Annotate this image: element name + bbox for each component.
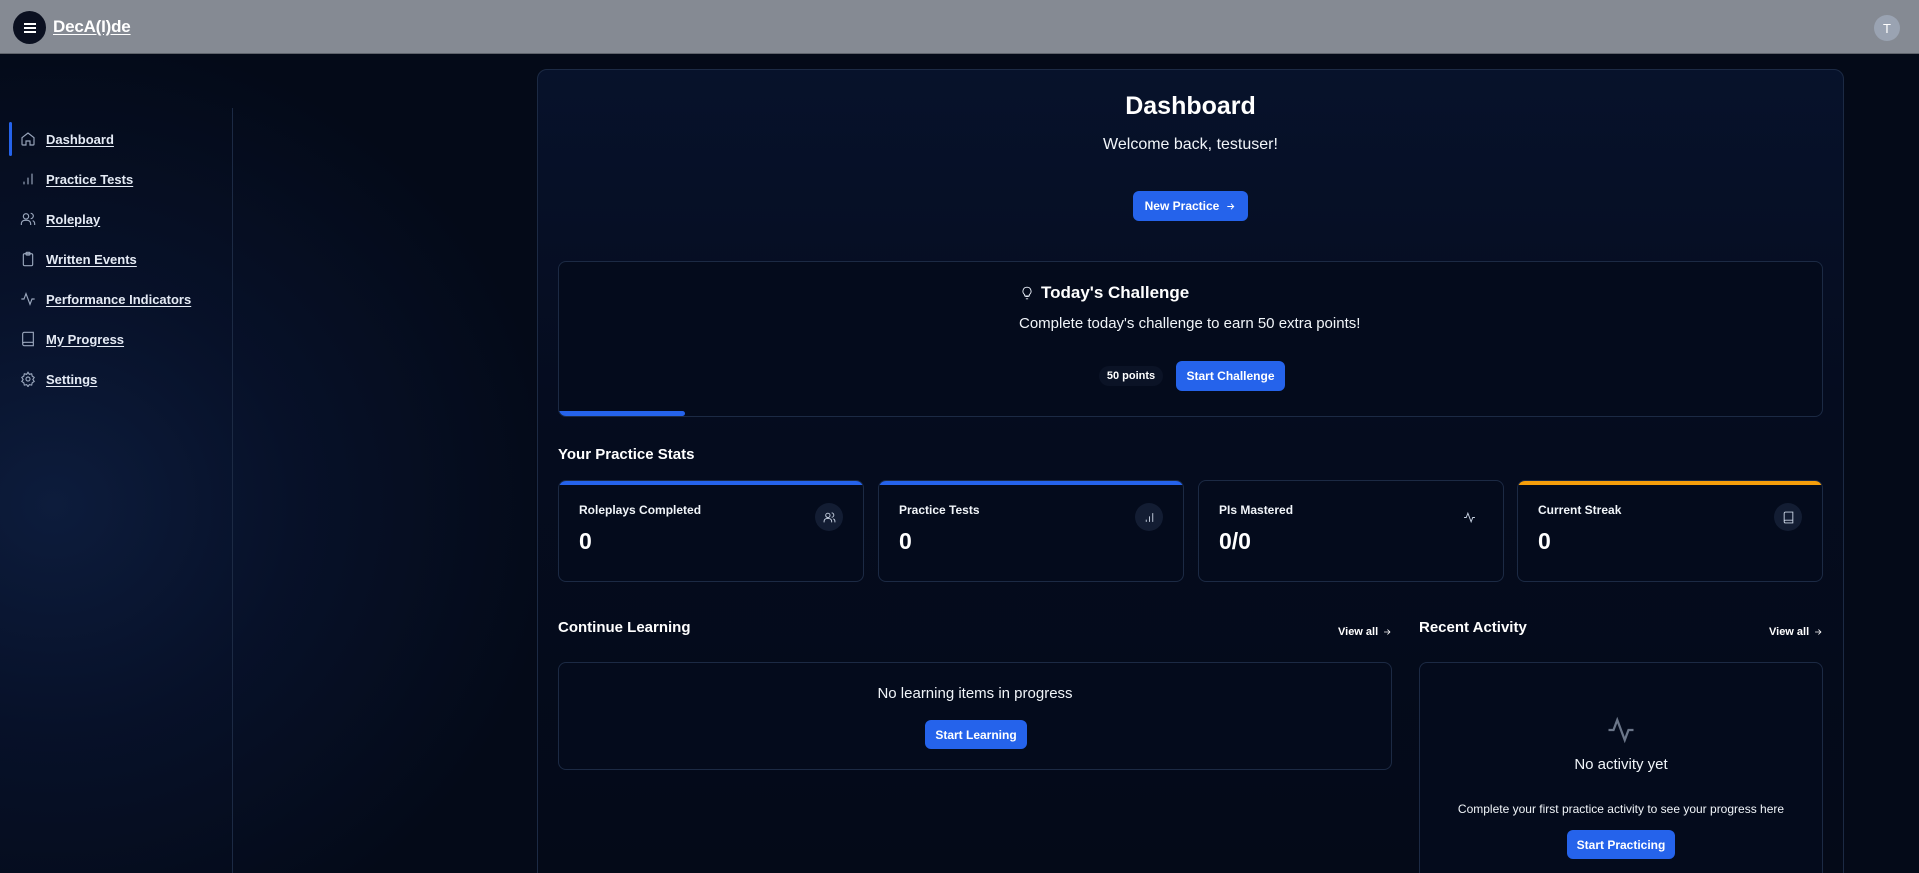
sidebar: Dashboard Practice Tests Roleplay Writte… <box>0 108 233 873</box>
continue-learning-view-all[interactable]: View all <box>1338 626 1392 638</box>
activity-icon <box>21 292 35 306</box>
welcome-message: Welcome back, testuser! <box>1103 136 1278 153</box>
stat-value: 0/0 <box>1219 528 1251 554</box>
sidebar-item-label: Performance Indicators <box>46 291 192 307</box>
top-bar: DecA(I)de T <box>0 0 1919 54</box>
continue-learning-title: Continue Learning <box>558 619 691 636</box>
hamburger-icon <box>23 22 36 34</box>
start-learning-button[interactable]: Start Learning <box>925 720 1027 749</box>
stat-label: Roleplays Completed <box>579 503 702 517</box>
sidebar-item-label: My Progress <box>46 331 125 347</box>
stat-label: Practice Tests <box>899 503 980 517</box>
sidebar-item-written-events[interactable]: Written Events <box>0 240 232 278</box>
sidebar-item-settings[interactable]: Settings <box>0 360 232 398</box>
arrow-right-icon <box>1227 202 1235 210</box>
stat-value: 0 <box>1538 528 1551 554</box>
sidebar-item-roleplay[interactable]: Roleplay <box>0 200 232 238</box>
home-icon <box>21 132 35 146</box>
recent-activity-title: Recent Activity <box>1419 619 1527 636</box>
activity-icon <box>1463 511 1475 523</box>
stat-label: PIs Mastered <box>1219 503 1294 517</box>
sidebar-item-label: Settings <box>46 371 98 387</box>
stat-card-practice-tests: Practice Tests 0 <box>878 480 1184 582</box>
clipboard-icon <box>22 251 34 267</box>
start-practicing-button[interactable]: Start Practicing <box>1567 830 1675 859</box>
bar-chart-icon <box>1145 512 1153 522</box>
sidebar-item-dashboard[interactable]: Dashboard <box>0 120 232 158</box>
sidebar-item-label: Roleplay <box>46 211 101 227</box>
sidebar-item-label: Dashboard <box>46 131 114 147</box>
activity-icon <box>1608 716 1634 744</box>
stat-accent-bar <box>879 481 1183 485</box>
continue-learning-panel <box>558 662 1392 770</box>
users-icon <box>823 511 835 522</box>
stat-card-current-streak: Current Streak 0 <box>1517 480 1823 582</box>
stat-value: 0 <box>899 528 912 554</box>
new-practice-label: New Practice <box>1144 199 1220 213</box>
activity-empty-description: Complete your first practice activity to… <box>1457 802 1785 816</box>
brand-logo-link[interactable]: DecA(I)de <box>53 17 131 37</box>
arrow-right-icon <box>1815 629 1822 635</box>
stat-accent-bar <box>1518 481 1822 485</box>
start-challenge-button[interactable]: Start Challenge <box>1176 361 1285 391</box>
book-icon <box>1783 511 1793 523</box>
sidebar-item-label: Practice Tests <box>46 171 134 187</box>
challenge-title-text: Today's Challenge <box>1041 283 1190 302</box>
sidebar-item-practice-tests[interactable]: Practice Tests <box>0 160 232 198</box>
sidebar-item-label: Written Events <box>46 251 137 267</box>
challenge-description: Complete today's challenge to earn 50 ex… <box>1019 315 1361 332</box>
view-all-label: View all <box>1769 626 1810 638</box>
stat-label: Current Streak <box>1538 503 1622 517</box>
points-badge: 50 points <box>1099 366 1163 386</box>
users-icon <box>20 212 36 225</box>
page-title: Dashboard <box>1125 92 1256 120</box>
gear-icon <box>21 371 35 387</box>
stat-value: 0 <box>579 528 592 554</box>
challenge-title: Today's Challenge <box>1020 283 1189 303</box>
book-icon <box>22 331 34 347</box>
lightbulb-icon <box>1022 286 1032 300</box>
arrow-right-icon <box>1384 629 1391 635</box>
stat-card-pis-mastered: PIs Mastered 0/0 <box>1198 480 1504 582</box>
new-practice-button[interactable]: New Practice <box>1133 191 1248 221</box>
menu-button[interactable] <box>13 11 46 44</box>
practice-stats-title: Your Practice Stats <box>558 446 695 463</box>
view-all-label: View all <box>1338 626 1379 638</box>
learning-empty-text: No learning items in progress <box>877 685 1073 702</box>
todays-challenge-card <box>558 261 1823 417</box>
challenge-progress-bar <box>559 411 686 416</box>
stat-accent-bar <box>559 481 863 485</box>
bar-chart-icon <box>23 173 33 185</box>
activity-empty-title: No activity yet <box>1574 756 1668 773</box>
sidebar-item-performance-indicators[interactable]: Performance Indicators <box>0 280 232 318</box>
sidebar-item-my-progress[interactable]: My Progress <box>0 320 232 358</box>
avatar[interactable]: T <box>1874 15 1900 41</box>
stat-card-roleplays: Roleplays Completed 0 <box>558 480 864 582</box>
recent-activity-view-all[interactable]: View all <box>1769 626 1823 638</box>
